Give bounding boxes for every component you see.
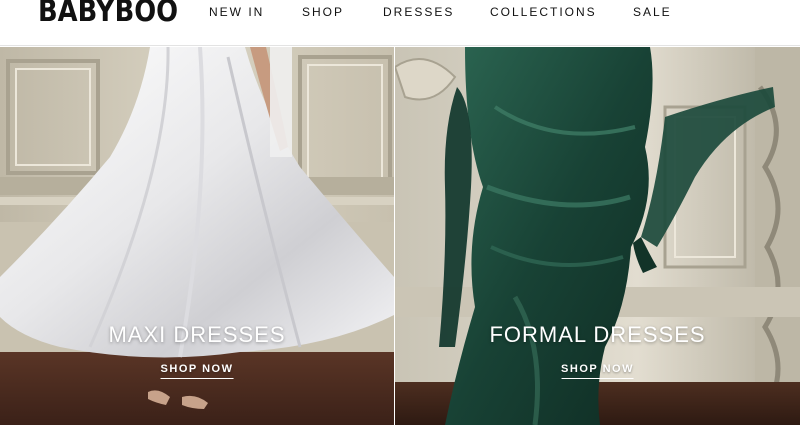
shop-now-button[interactable]: SHOP NOW (160, 363, 234, 379)
shop-now-button[interactable]: SHOP NOW (561, 363, 634, 379)
panel-title: MAXI DRESSES (108, 322, 286, 347)
category-panel-formal-dresses[interactable]: FORMAL DRESSES SHOP NOW (395, 47, 800, 425)
nav-item-dresses[interactable]: DRESSES (383, 5, 454, 19)
nav-item-collections[interactable]: COLLECTIONS (490, 5, 597, 19)
nav-item-sale[interactable]: SALE (633, 5, 672, 19)
panel-title: FORMAL DRESSES (489, 322, 706, 347)
brand-logo[interactable]: BABYBOO (38, 0, 178, 29)
hero-banner: MAXI DRESSES SHOP NOW FORMAL DRESSES SHO… (0, 47, 800, 425)
category-panel-maxi-dresses[interactable]: MAXI DRESSES SHOP NOW (0, 47, 394, 425)
nav-item-new-in[interactable]: NEW IN (209, 5, 264, 19)
site-header: BABYBOO NEW IN SHOP DRESSES COLLECTIONS … (0, 0, 800, 46)
nav-item-shop[interactable]: SHOP (302, 5, 344, 19)
page-bottom-strip (0, 425, 800, 445)
